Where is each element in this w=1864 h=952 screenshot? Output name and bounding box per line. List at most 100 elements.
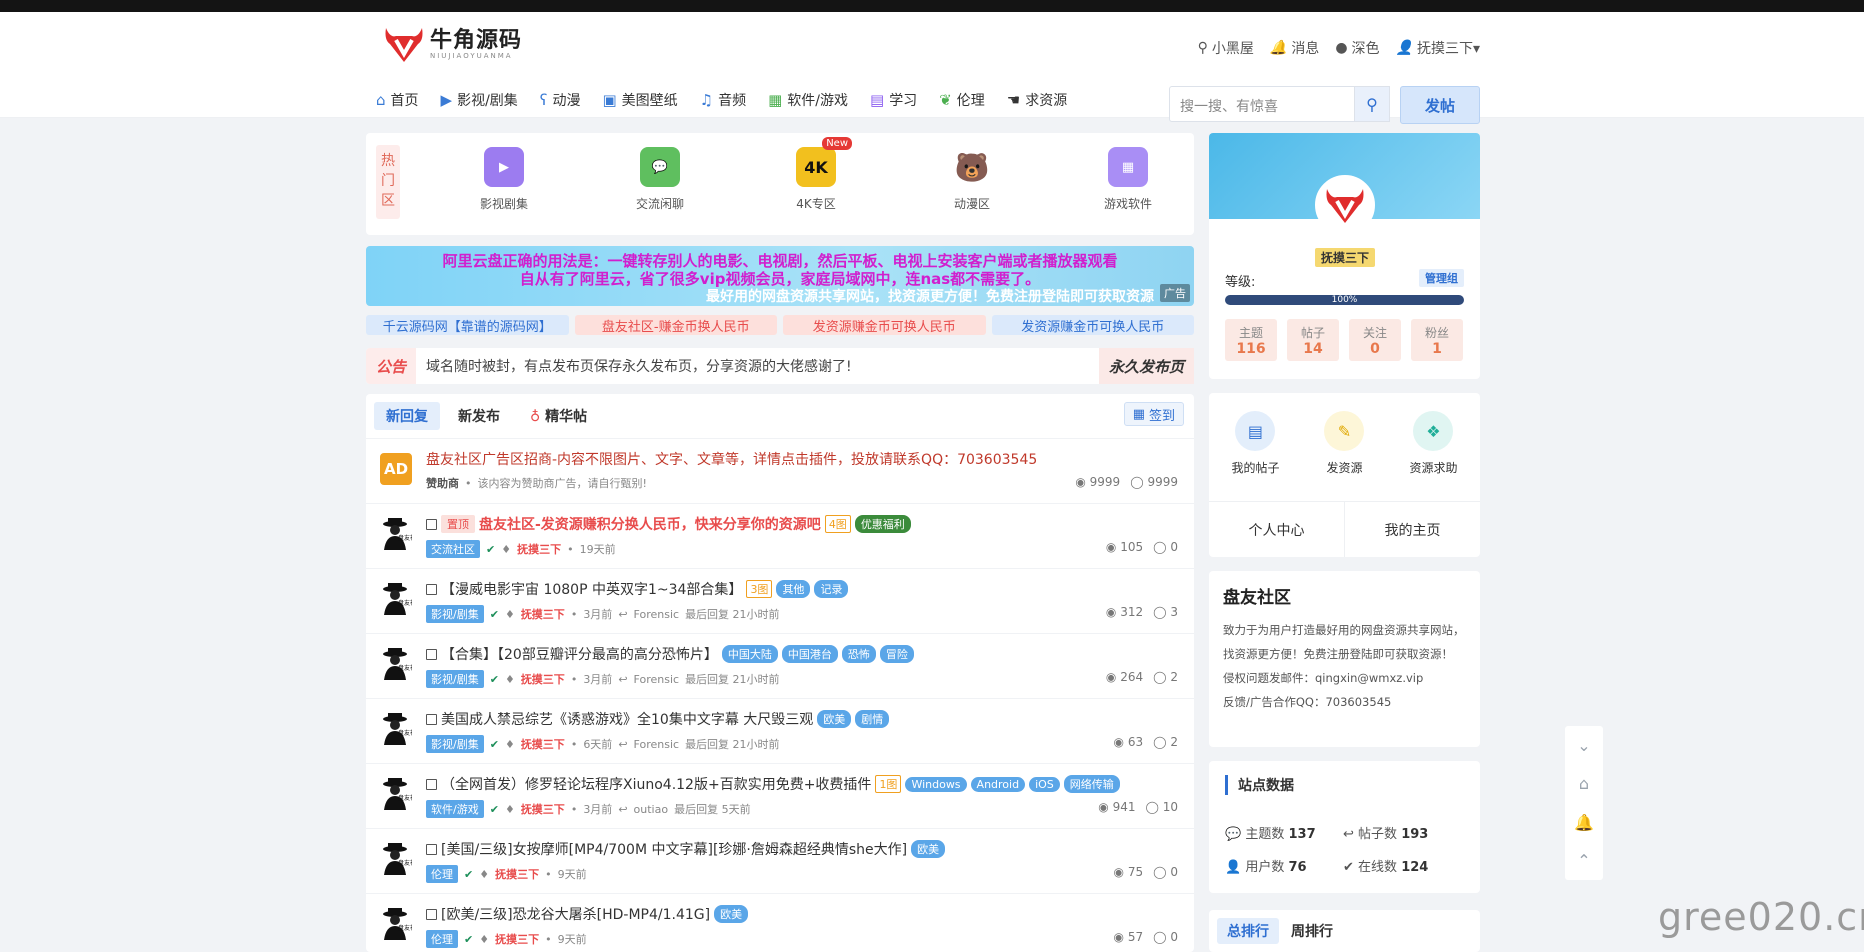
table-row[interactable]: 盘友社区 （全网首发）修罗轻论坛程序Xiuno4.12版+百款实用免费+收费插件1… bbox=[366, 763, 1194, 828]
user-menu[interactable]: 👤 抚摸三下▾ bbox=[1396, 38, 1480, 58]
tag-badge[interactable]: 中国大陆 bbox=[721, 645, 778, 663]
nav-wallpaper[interactable]: ▣ 美图壁纸 bbox=[602, 90, 677, 110]
checkbox[interactable] bbox=[426, 778, 437, 790]
permanent-page-link[interactable]: 永久发布页 bbox=[1098, 348, 1194, 384]
forum-badge[interactable]: 软件/游戏 bbox=[426, 800, 484, 818]
tag-badge[interactable]: iOS bbox=[1029, 776, 1060, 792]
tab-total-rank[interactable]: 总排行 bbox=[1217, 918, 1279, 944]
nav-software[interactable]: ▦ 软件/游戏 bbox=[768, 90, 848, 110]
table-row[interactable]: 盘友社区 置顶盘友社区-发资源赚积分换人民币，快来分享你的资源吧4图优惠福利交流社… bbox=[366, 503, 1194, 568]
nav-request[interactable]: ☚ 求资源 bbox=[1007, 90, 1067, 110]
thread-title[interactable]: 【漫威电影宇宙 1080P 中英双字1~34部合集】 3图 其他 记录 bbox=[426, 579, 849, 599]
avatar[interactable] bbox=[1315, 175, 1375, 235]
friend-link[interactable]: 发资源赚金币可换人民币 bbox=[783, 315, 986, 335]
dark-mode-toggle[interactable]: ● 深色 bbox=[1335, 38, 1379, 58]
forum-badge[interactable]: 伦理 bbox=[426, 865, 458, 883]
forum-badge[interactable]: 影视/剧集 bbox=[426, 605, 484, 623]
tag-badge[interactable]: 欧美 bbox=[817, 710, 852, 728]
author-name[interactable]: 抚摸三下 bbox=[495, 931, 539, 947]
tag-badge[interactable]: 剧情 bbox=[855, 710, 890, 728]
avatar[interactable]: 盘友社区 bbox=[378, 646, 412, 680]
thread-title[interactable]: 美国成人禁忌综艺《诱惑游戏》全10集中文字幕 大尺毁三观 欧美 剧情 bbox=[426, 709, 890, 729]
avatar[interactable]: 盘友社区 bbox=[378, 516, 412, 550]
last-replier[interactable]: Forensic bbox=[634, 673, 680, 686]
table-row[interactable]: 盘友社区 【漫威电影宇宙 1080P 中英双字1~34部合集】3图其他记录影视/剧… bbox=[366, 568, 1194, 633]
author-name[interactable]: 赞助商 bbox=[426, 475, 459, 491]
author-name[interactable]: 抚摸三下 bbox=[517, 541, 561, 557]
chevron-down-icon[interactable]: ⌄ bbox=[1577, 736, 1590, 755]
nav-home[interactable]: ⌂ 首页 bbox=[376, 90, 419, 110]
messages-link[interactable]: 🔔 消息 bbox=[1270, 38, 1319, 58]
nav-video[interactable]: ▶ 影视/剧集 bbox=[441, 90, 518, 110]
forum-badge[interactable]: 影视/剧集 bbox=[426, 735, 484, 753]
forum-badge[interactable]: 影视/剧集 bbox=[426, 670, 484, 688]
checkbox[interactable] bbox=[426, 713, 437, 725]
avatar[interactable]: 盘友社区 bbox=[378, 581, 412, 615]
ad-banner[interactable]: 阿里云盘正确的用法是：一键转存别人的电影、电视剧，然后平板、电视上安装客户端或者… bbox=[366, 246, 1194, 306]
chevron-up-icon[interactable]: ⌃ bbox=[1577, 851, 1590, 870]
thread-title[interactable]: 盘友社区广告区招商-内容不限图片、文字、文章等，详情点击插件，投放请联系QQ：7… bbox=[426, 449, 1037, 469]
profile-stat[interactable]: 关注 0 bbox=[1349, 319, 1401, 361]
tag-badge[interactable]: 欧美 bbox=[714, 905, 749, 923]
tag-badge[interactable]: 网络传输 bbox=[1063, 775, 1120, 793]
nav-anime[interactable]: ʕ 动漫 bbox=[540, 90, 581, 110]
tab-week-rank[interactable]: 周排行 bbox=[1287, 918, 1337, 944]
thread-title[interactable]: （全网首发）修罗轻论坛程序Xiuno4.12版+百款实用免费+收费插件 1图 Win… bbox=[426, 774, 1120, 794]
thread-title[interactable]: [欧美/三级]恐龙谷大屠杀[HD-MP4/1.41G] 欧美 bbox=[426, 904, 749, 924]
forum-badge[interactable]: 伦理 bbox=[426, 930, 458, 948]
hot-item[interactable]: 💬 交流闲聊 bbox=[582, 147, 738, 212]
blacklist-link[interactable]: ⚲ 小黑屋 bbox=[1198, 38, 1254, 58]
thread-title[interactable]: 置顶 盘友社区-发资源赚积分换人民币，快来分享你的资源吧 4图 优惠福利 bbox=[426, 514, 911, 534]
tag-badge[interactable]: 优惠福利 bbox=[854, 515, 911, 533]
tab-featured[interactable]: ♁ 精华帖 bbox=[518, 402, 599, 430]
author-name[interactable]: 抚摸三下 bbox=[521, 801, 565, 817]
tag-badge[interactable]: Windows bbox=[905, 776, 967, 792]
tag-badge[interactable]: 欧美 bbox=[911, 840, 946, 858]
last-replier[interactable]: Forensic bbox=[634, 738, 680, 751]
checkbox[interactable] bbox=[426, 843, 437, 855]
profile-stat[interactable]: 帖子 14 bbox=[1287, 319, 1339, 361]
table-row[interactable]: 盘友社区 [欧美/三级]恐龙谷大屠杀[HD-MP4/1.41G]欧美伦理 ✔ ♦ 抚摸三… bbox=[366, 893, 1194, 952]
thread-title[interactable]: 【合集】【20部豆瓣评分最高的高分恐怖片】 中国大陆 中国港台 恐怖 冒险 bbox=[426, 644, 914, 664]
search-button[interactable]: ⚲ bbox=[1354, 86, 1390, 122]
author-name[interactable]: 抚摸三下 bbox=[495, 866, 539, 882]
friend-link[interactable]: 盘友社区-赚金币换人民币 bbox=[574, 315, 777, 335]
avatar[interactable]: 盘友社区 bbox=[378, 776, 412, 810]
hot-item[interactable]: ▦ 游戏软件 bbox=[1050, 147, 1206, 212]
tag-badge[interactable]: 冒险 bbox=[879, 645, 914, 663]
bell-icon[interactable]: 🔔 bbox=[1574, 813, 1594, 832]
checkbox[interactable] bbox=[426, 518, 437, 530]
tag-badge[interactable]: Android bbox=[970, 776, 1026, 792]
avatar[interactable]: 盘友社区 bbox=[378, 711, 412, 745]
my-homepage-link[interactable]: 我的主页 bbox=[1345, 502, 1480, 557]
quick-item[interactable]: ▤ 我的帖子 bbox=[1231, 411, 1280, 476]
tab-new-replies[interactable]: 新回复 bbox=[374, 402, 440, 430]
quick-item[interactable]: ✎ 发资源 bbox=[1324, 411, 1365, 476]
thread-title[interactable]: [美国/三级]女按摩师[MP4/700M 中文字幕][珍娜·詹姆森超经典情she… bbox=[426, 839, 946, 859]
author-name[interactable]: 抚摸三下 bbox=[521, 606, 565, 622]
checkbox[interactable] bbox=[426, 648, 437, 660]
tag-badge[interactable]: 恐怖 bbox=[841, 645, 876, 663]
avatar[interactable]: 盘友社区 bbox=[378, 841, 412, 875]
hot-item[interactable]: 🐻 动漫区 bbox=[894, 147, 1050, 212]
nav-audio[interactable]: ♫ 音频 bbox=[700, 90, 746, 110]
tab-new-posts[interactable]: 新发布 bbox=[446, 402, 512, 430]
post-button[interactable]: 发帖 bbox=[1400, 86, 1480, 124]
author-name[interactable]: 抚摸三下 bbox=[521, 671, 565, 687]
table-row[interactable]: 盘友社区 【合集】【20部豆瓣评分最高的高分恐怖片】中国大陆中国港台恐怖冒险影视/… bbox=[366, 633, 1194, 698]
nav-study[interactable]: ▤ 学习 bbox=[870, 90, 917, 110]
profile-name[interactable]: 抚摸三下 bbox=[1315, 248, 1376, 267]
search-input[interactable]: 搜一搜、有惊喜 bbox=[1169, 86, 1355, 122]
table-row[interactable]: 盘友社区 美国成人禁忌综艺《诱惑游戏》全10集中文字幕 大尺毁三观欧美剧情影视/剧… bbox=[366, 698, 1194, 763]
nav-ethics[interactable]: ❦ 伦理 bbox=[939, 90, 985, 110]
home-icon[interactable]: ⌂ bbox=[1579, 774, 1589, 793]
sign-in-button[interactable]: ▦ 签到 bbox=[1123, 402, 1184, 426]
site-logo[interactable]: 牛角源码 NIUJIAOYUANMA bbox=[382, 24, 522, 64]
tag-badge[interactable]: 记录 bbox=[814, 580, 849, 598]
quick-item[interactable]: ❖ 资源求助 bbox=[1409, 411, 1457, 476]
friend-link[interactable]: 千云源码网【靠谱的源码网】 bbox=[366, 315, 569, 335]
forum-badge[interactable]: 交流社区 bbox=[426, 540, 480, 558]
last-replier[interactable]: Forensic bbox=[634, 608, 680, 621]
tag-badge[interactable]: 其他 bbox=[776, 580, 811, 598]
avatar[interactable]: 盘友社区 bbox=[378, 906, 412, 940]
